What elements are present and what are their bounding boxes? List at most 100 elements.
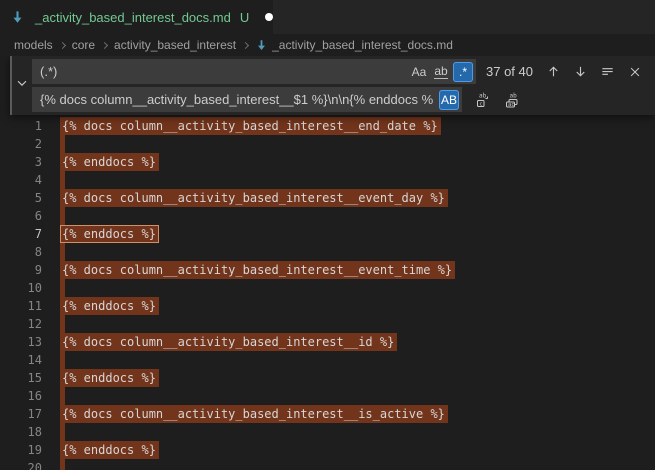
code-text[interactable]: {% enddocs %}	[42, 369, 655, 387]
code-text[interactable]: {% enddocs %}	[42, 225, 655, 243]
find-replace-widget: Aa ab .* 37 of 40	[10, 56, 655, 115]
chevron-down-icon	[15, 76, 29, 95]
match-highlight: {% docs column__activity_based_interest_…	[60, 333, 397, 351]
chevron-right-icon	[242, 41, 249, 48]
editor-line[interactable]: 17{% docs column__activity_based_interes…	[0, 405, 655, 423]
match-highlight: {% enddocs %}	[60, 441, 159, 459]
chevron-right-icon	[59, 41, 66, 48]
regex-button[interactable]: .*	[453, 62, 473, 82]
editor-lines: 1 {% docs column__activity_based_interest…	[0, 56, 655, 470]
editor-line[interactable]: 9 {% docs column__activity_based_interest…	[0, 261, 655, 279]
code-text[interactable]	[42, 315, 655, 333]
editor-line[interactable]: 14	[0, 351, 655, 369]
match-case-button[interactable]: Aa	[409, 62, 429, 82]
editor-line[interactable]: 3{% enddocs %}	[0, 153, 655, 171]
code-text[interactable]	[42, 279, 655, 297]
line-number: 12	[0, 315, 42, 333]
line-number: 5	[0, 189, 42, 207]
tab-activity-based-interest-docs[interactable]: _activity_based_interest_docs.md U	[0, 0, 273, 34]
match-highlight	[60, 351, 65, 369]
code-text[interactable]: {% docs column__activity_based_interest_…	[42, 333, 655, 351]
editor-line[interactable]: 20	[0, 459, 655, 470]
preserve-case-button[interactable]: AB	[439, 90, 459, 110]
editor-line[interactable]: 19 {% enddocs %}	[0, 441, 655, 459]
code-text[interactable]: {% docs column__activity_based_interest_…	[42, 189, 655, 207]
replace-input[interactable]	[32, 92, 437, 107]
editor-line[interactable]: 1 {% docs column__activity_based_interest…	[0, 117, 655, 135]
code-text[interactable]	[42, 207, 655, 225]
next-match-button[interactable]	[570, 61, 591, 82]
match-highlight	[60, 423, 65, 441]
code-text[interactable]: {% enddocs %}	[42, 441, 655, 459]
find-in-selection-button[interactable]	[597, 61, 618, 82]
line-number: 13	[0, 333, 42, 351]
line-number: 6	[0, 207, 42, 225]
line-number: 16	[0, 387, 42, 405]
breadcrumb-activity-based-interest[interactable]: activity_based_interest	[114, 38, 236, 52]
editor-line[interactable]: 15{% enddocs %}	[0, 369, 655, 387]
editor-line[interactable]: 10	[0, 279, 655, 297]
markdown-file-icon	[10, 10, 25, 25]
breadcrumb-filename[interactable]: _activity_based_interest_docs.md	[272, 38, 453, 52]
replace-icon: ab c	[475, 92, 491, 108]
editor-line[interactable]: 12	[0, 315, 655, 333]
markdown-file-icon	[255, 39, 268, 52]
toggle-replace-button[interactable]	[12, 56, 32, 115]
find-input-wrap: Aa ab .*	[32, 59, 476, 84]
line-number: 4	[0, 171, 42, 189]
svg-text:ab: ab	[509, 92, 517, 99]
line-number: 18	[0, 423, 42, 441]
line-number: 17	[0, 405, 42, 423]
code-text[interactable]	[42, 387, 655, 405]
whole-word-button[interactable]: ab	[431, 62, 451, 82]
current-match-highlight: {% enddocs %}	[60, 225, 159, 243]
code-text[interactable]: {% docs column__activity_based_interest_…	[42, 261, 655, 279]
line-number: 1	[0, 117, 42, 135]
breadcrumb-core[interactable]: core	[72, 38, 95, 52]
arrow-down-icon	[573, 64, 588, 79]
editor-line[interactable]: 4	[0, 171, 655, 189]
breadcrumb-models[interactable]: models	[14, 38, 53, 52]
line-number: 10	[0, 279, 42, 297]
find-input[interactable]	[32, 64, 407, 79]
code-text[interactable]: {% enddocs %}	[42, 297, 655, 315]
match-highlight: {% docs column__activity_based_interest_…	[60, 117, 441, 135]
editor-line[interactable]: 11{% enddocs %}	[0, 297, 655, 315]
code-text[interactable]: {% enddocs %}	[42, 153, 655, 171]
line-number: 9	[0, 261, 42, 279]
editor-line[interactable]: 5{% docs column__activity_based_interest…	[0, 189, 655, 207]
editor[interactable]: 1 {% docs column__activity_based_interest…	[0, 56, 655, 470]
line-number: 14	[0, 351, 42, 369]
code-text[interactable]	[42, 351, 655, 369]
match-highlight	[60, 243, 65, 261]
code-text[interactable]: {% docs column__activity_based_interest_…	[42, 405, 655, 423]
line-number: 2	[0, 135, 42, 153]
match-highlight: {% docs column__activity_based_interest_…	[60, 261, 455, 279]
code-text[interactable]	[42, 423, 655, 441]
code-text[interactable]	[42, 459, 655, 470]
replace-button[interactable]: ab c	[472, 89, 493, 110]
replace-input-wrap: AB	[32, 87, 462, 112]
close-find-button[interactable]	[624, 61, 645, 82]
vscode-window: _activity_based_interest_docs.md U model…	[0, 0, 655, 470]
editor-line[interactable]: 16	[0, 387, 655, 405]
line-number: 3	[0, 153, 42, 171]
unsaved-changes-dot[interactable]	[265, 13, 273, 21]
previous-match-button[interactable]	[543, 61, 564, 82]
editor-line[interactable]: 7{% enddocs %}	[0, 225, 655, 243]
line-number: 11	[0, 297, 42, 315]
code-text[interactable]	[42, 243, 655, 261]
replace-all-button[interactable]: ab ac	[501, 89, 522, 110]
editor-line[interactable]: 6	[0, 207, 655, 225]
editor-line[interactable]: 13 {% docs column__activity_based_interes…	[0, 333, 655, 351]
editor-line[interactable]: 8	[0, 243, 655, 261]
code-text[interactable]	[42, 135, 655, 153]
editor-line[interactable]: 2	[0, 135, 655, 153]
editor-line[interactable]: 18	[0, 423, 655, 441]
match-highlight	[60, 135, 65, 153]
code-text[interactable]: {% docs column__activity_based_interest_…	[42, 117, 655, 135]
match-highlight	[60, 207, 65, 225]
arrow-up-icon	[546, 64, 561, 79]
code-text[interactable]	[42, 171, 655, 189]
line-number: 19	[0, 441, 42, 459]
